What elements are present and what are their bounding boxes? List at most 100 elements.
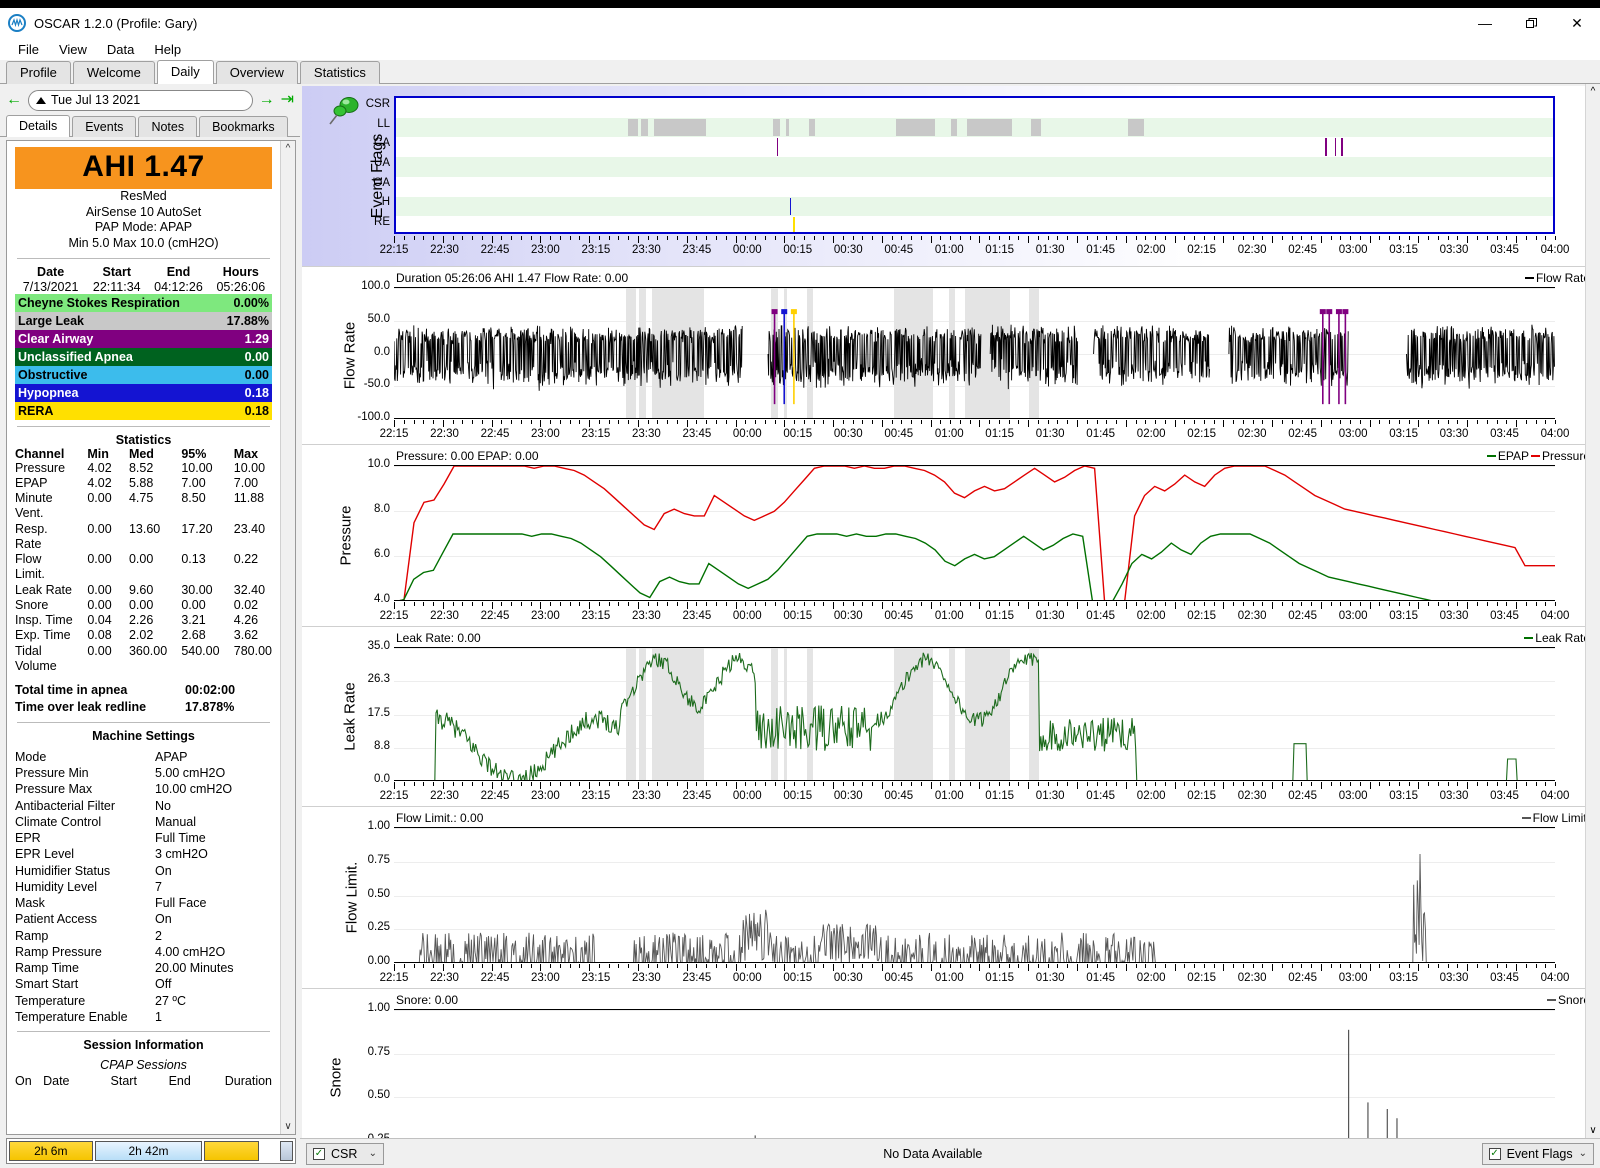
prev-day-button[interactable]: ← bbox=[6, 92, 22, 108]
legend-label: Leak Rate bbox=[1535, 631, 1590, 645]
legend-entry[interactable]: Flow Limit. bbox=[1521, 811, 1590, 825]
legend-entry[interactable]: Pressure bbox=[1530, 449, 1590, 463]
session-segment-handle[interactable] bbox=[280, 1141, 293, 1161]
axis-tick bbox=[969, 420, 971, 424]
session-timeline-bar[interactable]: 2h 6m 2h 42m bbox=[6, 1138, 296, 1164]
chart-flow-limit[interactable]: Flow Limit. Flow Limit.: 0.00 Flow Limit. 1… bbox=[302, 806, 1598, 988]
menu-data[interactable]: Data bbox=[97, 40, 144, 59]
plot-area[interactable] bbox=[394, 287, 1555, 419]
setting-label: Smart Start bbox=[15, 977, 79, 992]
event-flags-dropdown[interactable]: ✓ Event Flags ⌄ bbox=[1481, 1142, 1594, 1165]
last-day-button[interactable]: ⇥ bbox=[281, 92, 294, 108]
stat-min: 0.00 bbox=[87, 643, 112, 658]
tab-welcome[interactable]: Welcome bbox=[72, 61, 155, 84]
x-tick-label: 01:15 bbox=[985, 790, 1015, 802]
csr-checkbox[interactable]: ✓ bbox=[313, 1147, 325, 1160]
left-sidebar: ← Tue Jul 13 2021 → ⇥ Details Events Not… bbox=[0, 84, 300, 1168]
x-tick-label: 03:00 bbox=[1338, 972, 1368, 984]
subtab-events[interactable]: Events bbox=[72, 116, 137, 137]
scroll-up-icon[interactable]: ^ bbox=[286, 143, 291, 154]
setting-label: Pressure Min bbox=[15, 766, 89, 780]
axis-tick bbox=[501, 602, 503, 606]
chart-event-flags[interactable]: Event Flags CSR LL CA UA OA H RE 22:15 22:30 22:45… bbox=[302, 86, 1598, 266]
axis-tick bbox=[989, 236, 991, 240]
stat-max: 780.00 bbox=[233, 643, 272, 658]
chart-pressure[interactable]: Pressure Pressure: 0.00 EPAP: 0.00 EPAP Pre… bbox=[302, 444, 1598, 626]
tab-daily[interactable]: Daily bbox=[156, 60, 214, 84]
chart-trace bbox=[394, 309, 1555, 405]
axis-tick bbox=[998, 236, 1000, 240]
subtab-details[interactable]: Details bbox=[6, 115, 71, 137]
csr-dropdown[interactable]: ✓ CSR ⌄ bbox=[306, 1142, 384, 1165]
subtab-notes[interactable]: Notes bbox=[138, 116, 198, 137]
session-segment-1[interactable]: 2h 6m bbox=[9, 1141, 93, 1161]
menu-view[interactable]: View bbox=[49, 40, 97, 59]
legend-entry[interactable]: Flow Rate bbox=[1524, 271, 1590, 285]
y-tick-label: 0.50 bbox=[367, 887, 390, 900]
chevron-down-icon[interactable]: ⌄ bbox=[369, 1148, 377, 1159]
plot-area[interactable] bbox=[394, 1009, 1555, 1141]
axis-tick bbox=[1369, 602, 1371, 609]
event-flags-checkbox[interactable]: ✓ bbox=[1488, 1147, 1501, 1160]
axis-tick bbox=[1340, 420, 1342, 424]
details-scrollbar[interactable]: ^ ∨ bbox=[280, 141, 295, 1134]
minimize-button[interactable]: — bbox=[1462, 8, 1508, 38]
chart-leak-rate[interactable]: Leak Rate Leak Rate: 0.00 Leak Rate 35.0 26.… bbox=[302, 626, 1598, 806]
event-flags-plot[interactable] bbox=[394, 96, 1555, 234]
axis-tick bbox=[403, 964, 405, 968]
session-segment-2[interactable]: 2h 42m bbox=[94, 1141, 203, 1161]
plot-area[interactable] bbox=[394, 465, 1555, 601]
close-button[interactable]: ✕ bbox=[1554, 8, 1600, 38]
scroll-down-icon[interactable]: ∨ bbox=[1589, 1125, 1596, 1136]
menu-file[interactable]: File bbox=[8, 40, 49, 59]
axis-tick bbox=[1301, 420, 1303, 424]
x-tick-label: 01:45 bbox=[1086, 610, 1116, 622]
scroll-up-icon[interactable]: ^ bbox=[1591, 86, 1596, 97]
legend-entry[interactable]: EPAP bbox=[1486, 449, 1529, 463]
charts-scrollbar[interactable]: ^ ∨ bbox=[1585, 84, 1600, 1138]
event-marker bbox=[789, 197, 792, 216]
maximize-button[interactable] bbox=[1508, 8, 1554, 38]
axis-tick bbox=[491, 602, 493, 609]
axis-tick bbox=[423, 602, 425, 606]
tab-statistics[interactable]: Statistics bbox=[299, 61, 380, 84]
axis-tick bbox=[1389, 420, 1391, 424]
x-tick-label: 03:30 bbox=[1439, 428, 1469, 440]
axis-tick bbox=[842, 602, 844, 606]
axis-tick bbox=[589, 964, 591, 971]
legend-entry[interactable]: Leak Rate bbox=[1524, 631, 1590, 645]
axis-tick bbox=[1330, 236, 1332, 240]
scroll-down-icon[interactable]: ∨ bbox=[284, 1121, 291, 1132]
axis-tick bbox=[979, 964, 981, 971]
tab-profile[interactable]: Profile bbox=[6, 61, 71, 84]
menu-help[interactable]: Help bbox=[144, 40, 191, 59]
axis-tick bbox=[1545, 964, 1547, 968]
session-segment-3[interactable] bbox=[204, 1141, 260, 1161]
chevron-down-icon[interactable]: ⌄ bbox=[1579, 1148, 1587, 1159]
setting-value: On bbox=[155, 912, 172, 927]
plot-area[interactable] bbox=[394, 827, 1555, 963]
x-tick-label: 02:00 bbox=[1136, 790, 1166, 802]
csr-label: CSR bbox=[331, 1146, 358, 1161]
axis-tick bbox=[1301, 602, 1303, 606]
date-picker[interactable]: Tue Jul 13 2021 bbox=[28, 89, 253, 111]
axis-tick bbox=[940, 782, 942, 786]
axis-tick bbox=[618, 236, 620, 240]
axis-tick bbox=[989, 420, 991, 424]
plot-area[interactable] bbox=[394, 647, 1555, 781]
axis-tick bbox=[1379, 420, 1381, 424]
tab-overview[interactable]: Overview bbox=[215, 61, 298, 84]
stat-min: 0.00 bbox=[87, 491, 112, 505]
calendar-toggle-icon[interactable] bbox=[36, 96, 46, 104]
axis-tick bbox=[1262, 964, 1264, 968]
legend-entry[interactable]: Snore bbox=[1546, 993, 1590, 1007]
subtab-bookmarks[interactable]: Bookmarks bbox=[199, 116, 288, 137]
chart-flow-rate[interactable]: Flow Rate Duration 05:26:06 AHI 1.47 Flow… bbox=[302, 266, 1598, 444]
axis-tick bbox=[881, 964, 883, 971]
axis-tick bbox=[1291, 236, 1293, 240]
axis-tick bbox=[394, 236, 395, 243]
ahi-banner: AHI 1.47 bbox=[15, 147, 272, 189]
chart-title: Snore: 0.00 bbox=[396, 993, 459, 1007]
axis-tick bbox=[940, 964, 942, 968]
next-day-button[interactable]: → bbox=[259, 92, 275, 108]
